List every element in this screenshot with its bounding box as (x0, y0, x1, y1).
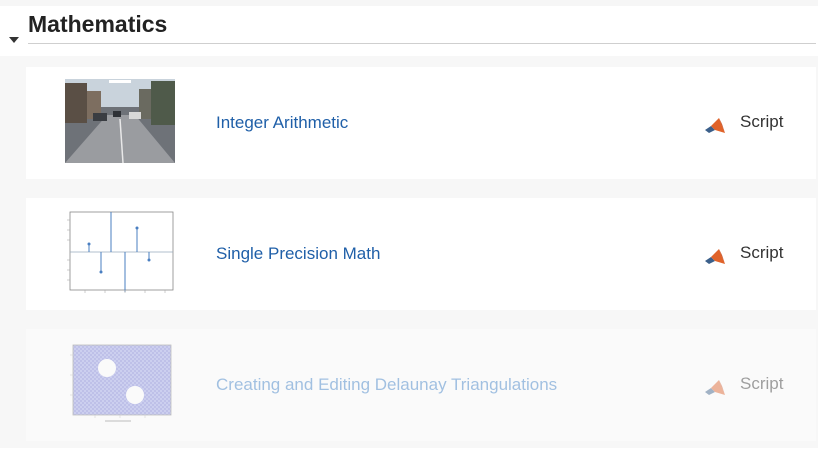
type-label: Script (740, 243, 784, 262)
top-band (0, 0, 818, 6)
section-header[interactable]: Mathematics (0, 10, 818, 46)
example-title-link[interactable]: Creating and Editing Delaunay Triangulat… (216, 375, 557, 395)
example-card[interactable]: Creating and Editing Delaunay Triangulat… (26, 329, 816, 441)
triangulation-mesh-thumbnail[interactable] (65, 341, 175, 425)
type-label: Script (740, 112, 784, 131)
stem-plot-thumbnail[interactable] (65, 210, 175, 294)
example-card[interactable]: Integer Arithmetic Script (26, 67, 816, 179)
type-label: Script (740, 374, 784, 393)
section-title: Mathematics (28, 11, 168, 37)
divider (28, 43, 816, 44)
matlab-logo-icon (705, 380, 725, 395)
example-title-link[interactable]: Integer Arithmetic (216, 113, 348, 133)
matlab-logo-icon (705, 118, 725, 133)
street-photo-thumbnail[interactable] (65, 79, 175, 163)
matlab-logo-icon (705, 249, 725, 264)
example-list: Integer Arithmetic Script Single Precisi… (0, 56, 818, 448)
collapse-arrow-icon[interactable] (9, 37, 19, 43)
example-title-link[interactable]: Single Precision Math (216, 244, 380, 264)
example-card[interactable]: Single Precision Math Script (26, 198, 816, 310)
